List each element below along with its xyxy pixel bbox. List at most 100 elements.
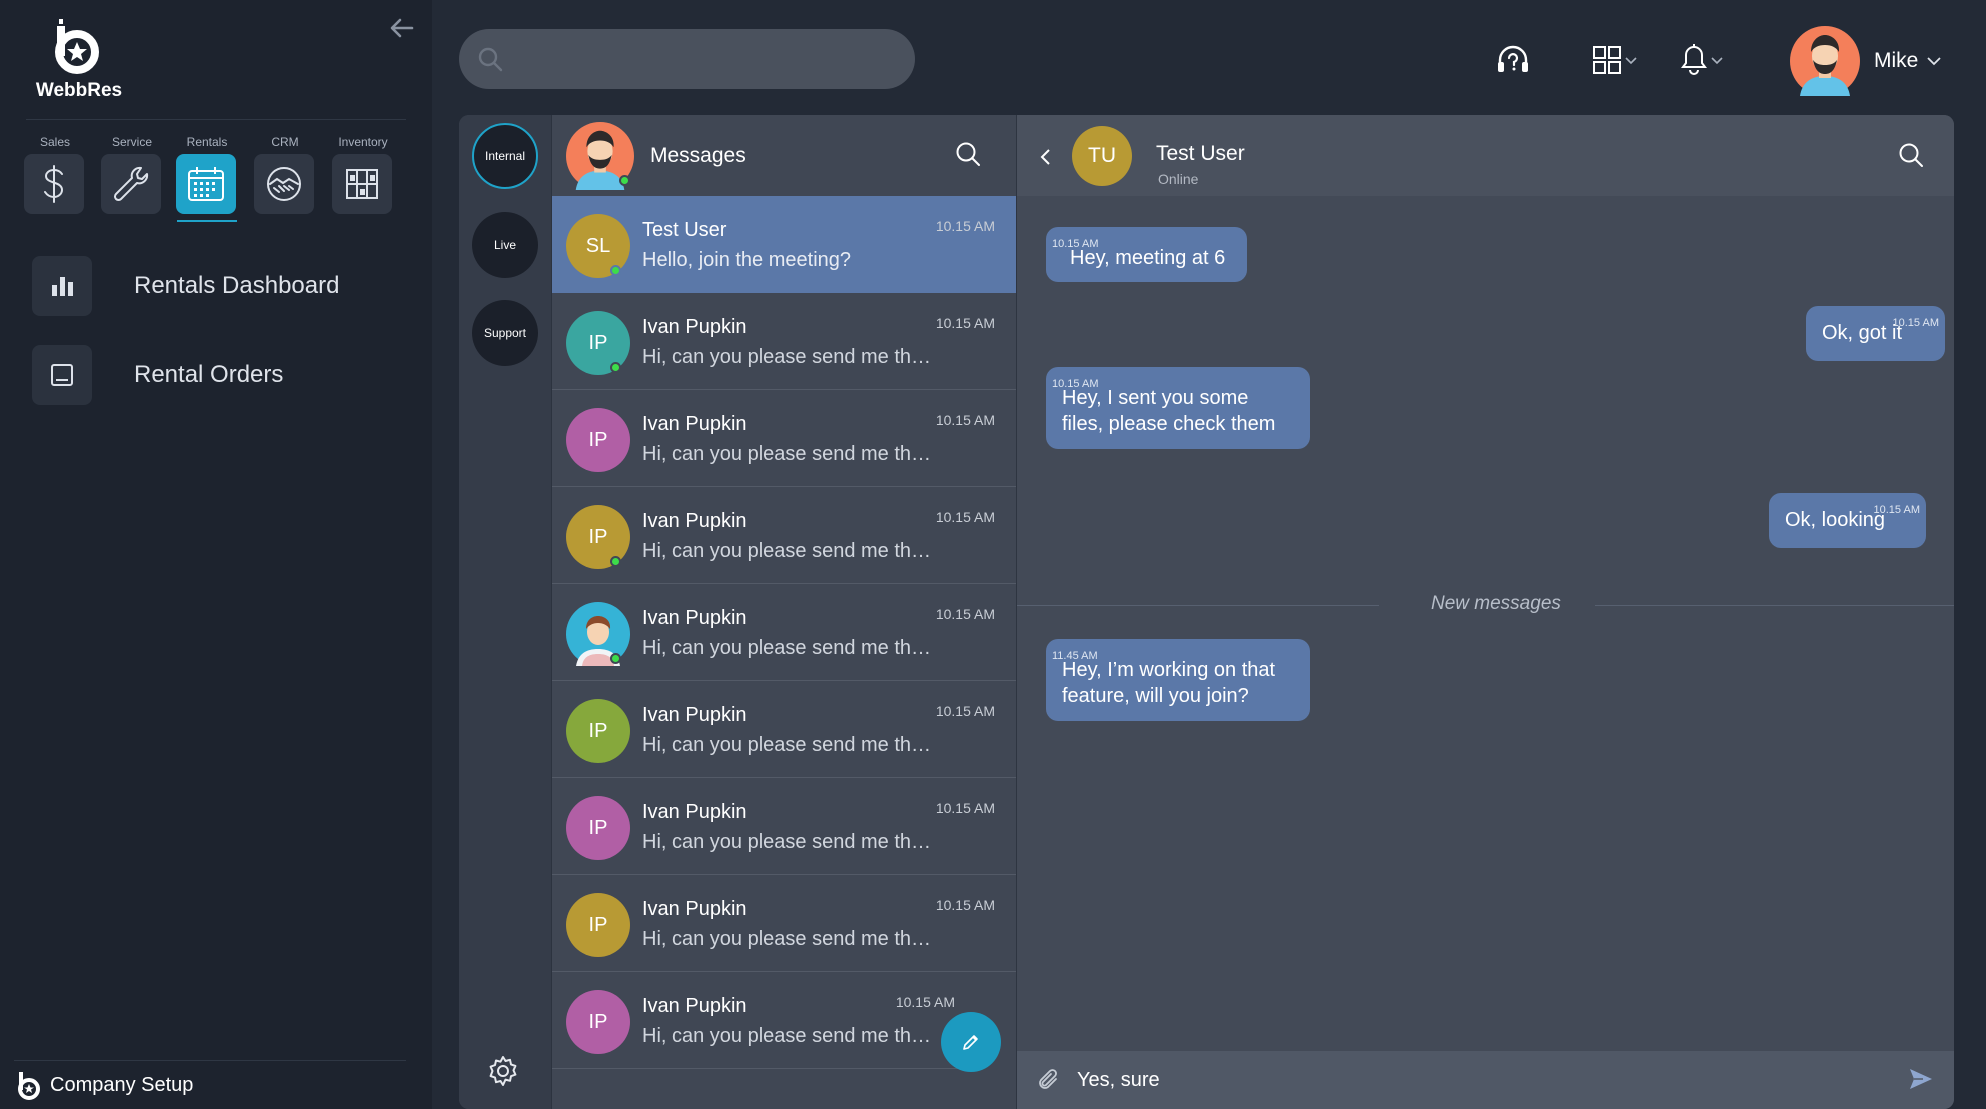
conversation-item[interactable]: IP Ivan Pupkin Hi, can you please send me … <box>552 390 1016 487</box>
message-time: 10.15 AM <box>1873 504 1920 516</box>
message-time: 10.15 AM <box>1052 238 1099 250</box>
online-status-dot <box>610 265 621 276</box>
module-tile[interactable] <box>101 154 161 214</box>
headset-help-icon <box>1498 45 1528 72</box>
online-status-dot <box>610 362 621 373</box>
handshake-icon <box>267 167 301 201</box>
tablet-icon <box>51 364 73 386</box>
new-messages-divider <box>1595 605 1954 606</box>
send-button[interactable] <box>1908 1067 1934 1096</box>
conversation-item[interactable]: IP Ivan Pupkin Hi, can you please send me … <box>552 293 1016 390</box>
module-sales[interactable]: Sales <box>24 134 86 214</box>
contact-avatar: IP <box>566 990 630 1054</box>
message-preview: Hello, join the meeting? <box>642 249 852 271</box>
logo-icon <box>55 19 99 74</box>
channel-internal[interactable]: Internal <box>472 123 538 189</box>
contact-avatar: TU <box>1072 126 1132 186</box>
module-label: Inventory <box>338 135 388 149</box>
message-bubble: 11.45 AM Hey, I’m working on that featur… <box>1046 639 1310 721</box>
message-time: 10.15 AM <box>1052 378 1099 390</box>
message-time: 10.15 AM <box>935 800 995 816</box>
message-time: 10.15 AM <box>1892 317 1939 329</box>
left-sidebar: WebbRes Sales Service Rentals CRM Invent… <box>0 0 432 1109</box>
conversation-item[interactable]: IP Ivan Pupkin Hi, can you please send me … <box>552 778 1016 875</box>
contact-avatar: IP <box>566 699 630 763</box>
contact-initials: IP <box>588 1010 608 1033</box>
module-tile[interactable] <box>254 154 314 214</box>
message-preview: Hi, can you please send me those.. <box>642 540 932 562</box>
gear-icon <box>489 1056 517 1086</box>
apps-menu-button[interactable] <box>1592 42 1638 78</box>
message-time: 10.15 AM <box>935 509 995 525</box>
brand-name: WebbRes <box>35 80 123 101</box>
thread-header: TU Test User Online <box>1017 115 1954 196</box>
contact-initials: IP <box>588 331 608 354</box>
support-button[interactable] <box>1496 42 1530 78</box>
conversation-item[interactable]: IP Ivan Pupkin Hi, can you please send me … <box>552 972 977 1069</box>
chat-window: Internal Live Support Messages SL Test U… <box>459 115 1954 1109</box>
message-time: 10.15 AM <box>935 703 995 719</box>
contact-name: Test User <box>642 219 727 241</box>
chevron-down-icon <box>1711 57 1723 65</box>
message-time: 10.15 AM <box>935 218 995 234</box>
company-setup-link[interactable]: Company Setup <box>14 1070 193 1100</box>
notifications-button[interactable] <box>1680 42 1724 78</box>
module-service[interactable]: Service <box>101 134 163 214</box>
conversation-item[interactable]: IP Ivan Pupkin Hi, can you please send me … <box>552 487 1016 584</box>
chat-settings-button[interactable] <box>487 1055 519 1092</box>
collapse-sidebar-button[interactable] <box>388 14 416 42</box>
channel-label: Live <box>493 238 516 252</box>
message-composer <box>1017 1051 1954 1109</box>
thread-search-button[interactable] <box>1898 142 1924 173</box>
channel-live[interactable]: Live <box>472 212 538 278</box>
search-icon <box>478 47 503 72</box>
message-bubble: 10.15 AM Ok, looking <box>1769 493 1926 548</box>
module-tile[interactable] <box>24 154 84 214</box>
message-bubble: 10.15 AM Hey, I sent you some files, ple… <box>1046 367 1310 449</box>
conversation-item[interactable]: SL Test User Hello, join the meeting? 10.15… <box>552 196 1016 293</box>
message-preview: Hi, can you please send me those.. <box>642 831 932 853</box>
module-crm[interactable]: CRM <box>254 134 316 214</box>
module-rentals[interactable]: Rentals <box>176 134 238 222</box>
arrow-left-icon <box>390 18 414 38</box>
global-search[interactable] <box>459 29 915 89</box>
conversation-item[interactable]: IP Ivan Pupkin Hi, can you please send me … <box>552 875 1016 972</box>
contact-initials: IP <box>588 525 608 548</box>
nav-icon-tile <box>32 256 92 316</box>
contact-name: Ivan Pupkin <box>642 704 747 726</box>
module-tile[interactable] <box>332 154 392 214</box>
attach-button[interactable] <box>1037 1068 1061 1099</box>
conversation-item[interactable]: Ivan Pupkin Hi, can you please send me th… <box>552 584 1016 681</box>
message-time: 10.15 AM <box>895 994 955 1010</box>
conversation-list: Messages SL Test User Hello, join the meet… <box>552 115 1017 1109</box>
channel-support[interactable]: Support <box>472 300 538 366</box>
contact-initials: IP <box>588 719 608 742</box>
grid-icon <box>1593 46 1621 74</box>
global-search-input[interactable] <box>519 41 899 77</box>
nav-rentals-dashboard[interactable]: Rentals Dashboard <box>32 256 412 316</box>
company-logo-icon <box>18 1072 40 1100</box>
new-messages-divider <box>1017 605 1379 606</box>
app-logo[interactable]: WebbRes <box>24 16 134 106</box>
contact-name: Ivan Pupkin <box>642 801 747 823</box>
calendar-icon <box>188 167 224 201</box>
module-tile[interactable] <box>176 154 236 214</box>
nav-rental-orders[interactable]: Rental Orders <box>32 345 412 405</box>
message-input[interactable] <box>1077 1063 1877 1097</box>
conversation-item[interactable]: IP Ivan Pupkin Hi, can you please send me … <box>552 681 1016 778</box>
messages-title: Messages <box>650 143 746 167</box>
bar-chart-icon <box>52 277 73 296</box>
chevron-down-icon <box>1625 57 1637 65</box>
conversation-search-button[interactable] <box>955 141 981 172</box>
paperclip-icon <box>1039 1069 1057 1089</box>
wrench-icon <box>113 166 149 202</box>
module-inventory[interactable]: Inventory <box>332 134 394 214</box>
user-avatar <box>1790 26 1860 96</box>
user-menu[interactable]: Mike <box>1790 26 1942 96</box>
module-label: Service <box>111 135 152 149</box>
contact-avatar: IP <box>566 796 630 860</box>
new-message-button[interactable] <box>941 1012 1001 1072</box>
back-button[interactable] <box>1039 147 1053 172</box>
sidebar-divider <box>26 119 406 120</box>
contact-initials: IP <box>588 913 608 936</box>
